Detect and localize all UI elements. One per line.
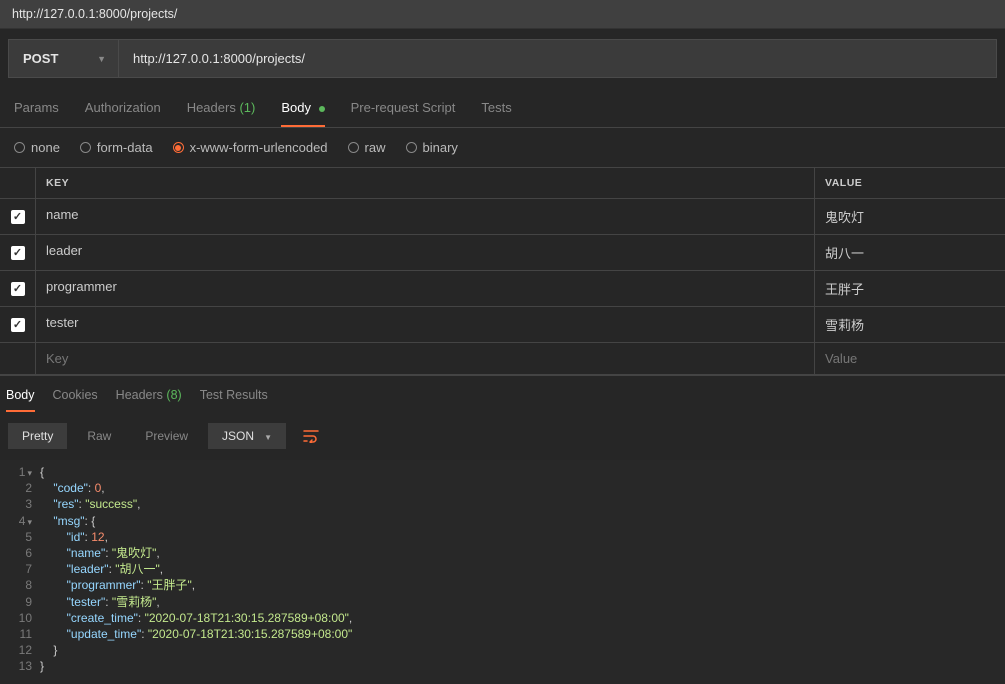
radio-label: none (31, 140, 60, 155)
tab-authorization[interactable]: Authorization (85, 100, 161, 127)
kv-row: ✓ tester雪莉杨 (0, 307, 1005, 343)
request-tabs: Params Authorization Headers (1) Body Pr… (0, 88, 1005, 128)
kv-header-row: KEY VALUE (0, 168, 1005, 199)
kv-key-placeholder[interactable]: Key (35, 343, 815, 374)
response-toolbar: Pretty Raw Preview JSON ▼ (0, 412, 1005, 460)
headers-count-badge: (1) (239, 100, 255, 115)
kv-row: ✓ programmer王胖子 (0, 271, 1005, 307)
tab-prerequest[interactable]: Pre-request Script (351, 100, 456, 127)
response-tabs: Body Cookies Headers (8) Test Results (0, 375, 1005, 412)
radio-icon (348, 142, 359, 153)
checkbox-icon[interactable]: ✓ (11, 318, 25, 332)
radio-binary[interactable]: binary (406, 140, 458, 155)
radio-none[interactable]: none (14, 140, 60, 155)
tab-headers-label: Headers (187, 100, 236, 115)
resp-tab-testresults[interactable]: Test Results (200, 388, 268, 412)
tab-body-label: Body (281, 100, 311, 115)
format-label: JSON (222, 429, 254, 443)
resp-headers-count-badge: (8) (166, 388, 181, 402)
checkbox-icon[interactable]: ✓ (11, 210, 25, 224)
resp-tab-headers-label: Headers (116, 388, 163, 402)
tab-body[interactable]: Body (281, 100, 324, 127)
kv-row-placeholder[interactable]: Key Value (0, 343, 1005, 375)
kv-value-input[interactable]: 胡八一 (815, 235, 1005, 270)
tab-params[interactable]: Params (14, 100, 59, 127)
radio-label: x-www-form-urlencoded (190, 140, 328, 155)
kv-header-value: VALUE (815, 168, 1005, 198)
checkbox-icon[interactable]: ✓ (11, 282, 25, 296)
kv-key-input[interactable]: name (35, 199, 815, 234)
radio-icon (14, 142, 25, 153)
body-active-dot-icon (319, 106, 325, 112)
response-code[interactable]: 1▾{2 "code": 0,3 "res": "success",4▾ "ms… (0, 460, 1005, 684)
request-row: POST ▼ http://127.0.0.1:8000/projects/ (8, 39, 997, 78)
radio-icon (173, 142, 184, 153)
wrap-lines-icon[interactable] (296, 422, 326, 450)
kv-header-key: KEY (35, 168, 815, 198)
pretty-button[interactable]: Pretty (8, 423, 67, 449)
radio-label: form-data (97, 140, 153, 155)
kv-table: KEY VALUE ✓ name鬼吹灯 ✓ leader胡八一 ✓ programmer王… (0, 167, 1005, 375)
kv-value-input[interactable]: 雪莉杨 (815, 307, 1005, 342)
tab-tests[interactable]: Tests (481, 100, 511, 127)
radio-icon (80, 142, 91, 153)
tab-url-bar: http://127.0.0.1:8000/projects/ (0, 0, 1005, 29)
tab-headers[interactable]: Headers (1) (187, 100, 256, 127)
radio-form-data[interactable]: form-data (80, 140, 153, 155)
kv-row: ✓ name鬼吹灯 (0, 199, 1005, 235)
radio-icon (406, 142, 417, 153)
radio-raw[interactable]: raw (348, 140, 386, 155)
resp-tab-headers[interactable]: Headers (8) (116, 388, 182, 412)
method-select[interactable]: POST ▼ (9, 40, 119, 77)
kv-key-input[interactable]: leader (35, 235, 815, 270)
kv-value-input[interactable]: 王胖子 (815, 271, 1005, 306)
resp-tab-cookies[interactable]: Cookies (53, 388, 98, 412)
kv-row: ✓ leader胡八一 (0, 235, 1005, 271)
radio-xform[interactable]: x-www-form-urlencoded (173, 140, 328, 155)
kv-key-input[interactable]: tester (35, 307, 815, 342)
radio-label: raw (365, 140, 386, 155)
checkbox-icon[interactable]: ✓ (11, 246, 25, 260)
radio-label: binary (423, 140, 458, 155)
format-select[interactable]: JSON ▼ (208, 423, 286, 449)
preview-button[interactable]: Preview (131, 423, 202, 449)
kv-value-placeholder[interactable]: Value (815, 343, 1005, 374)
chevron-down-icon: ▼ (97, 54, 106, 64)
method-label: POST (23, 51, 58, 66)
raw-button[interactable]: Raw (73, 423, 125, 449)
body-type-radios: none form-data x-www-form-urlencoded raw… (0, 128, 1005, 167)
kv-value-input[interactable]: 鬼吹灯 (815, 199, 1005, 234)
url-input[interactable]: http://127.0.0.1:8000/projects/ (119, 40, 996, 77)
kv-key-input[interactable]: programmer (35, 271, 815, 306)
resp-tab-body[interactable]: Body (6, 388, 35, 412)
chevron-down-icon: ▼ (264, 433, 272, 442)
